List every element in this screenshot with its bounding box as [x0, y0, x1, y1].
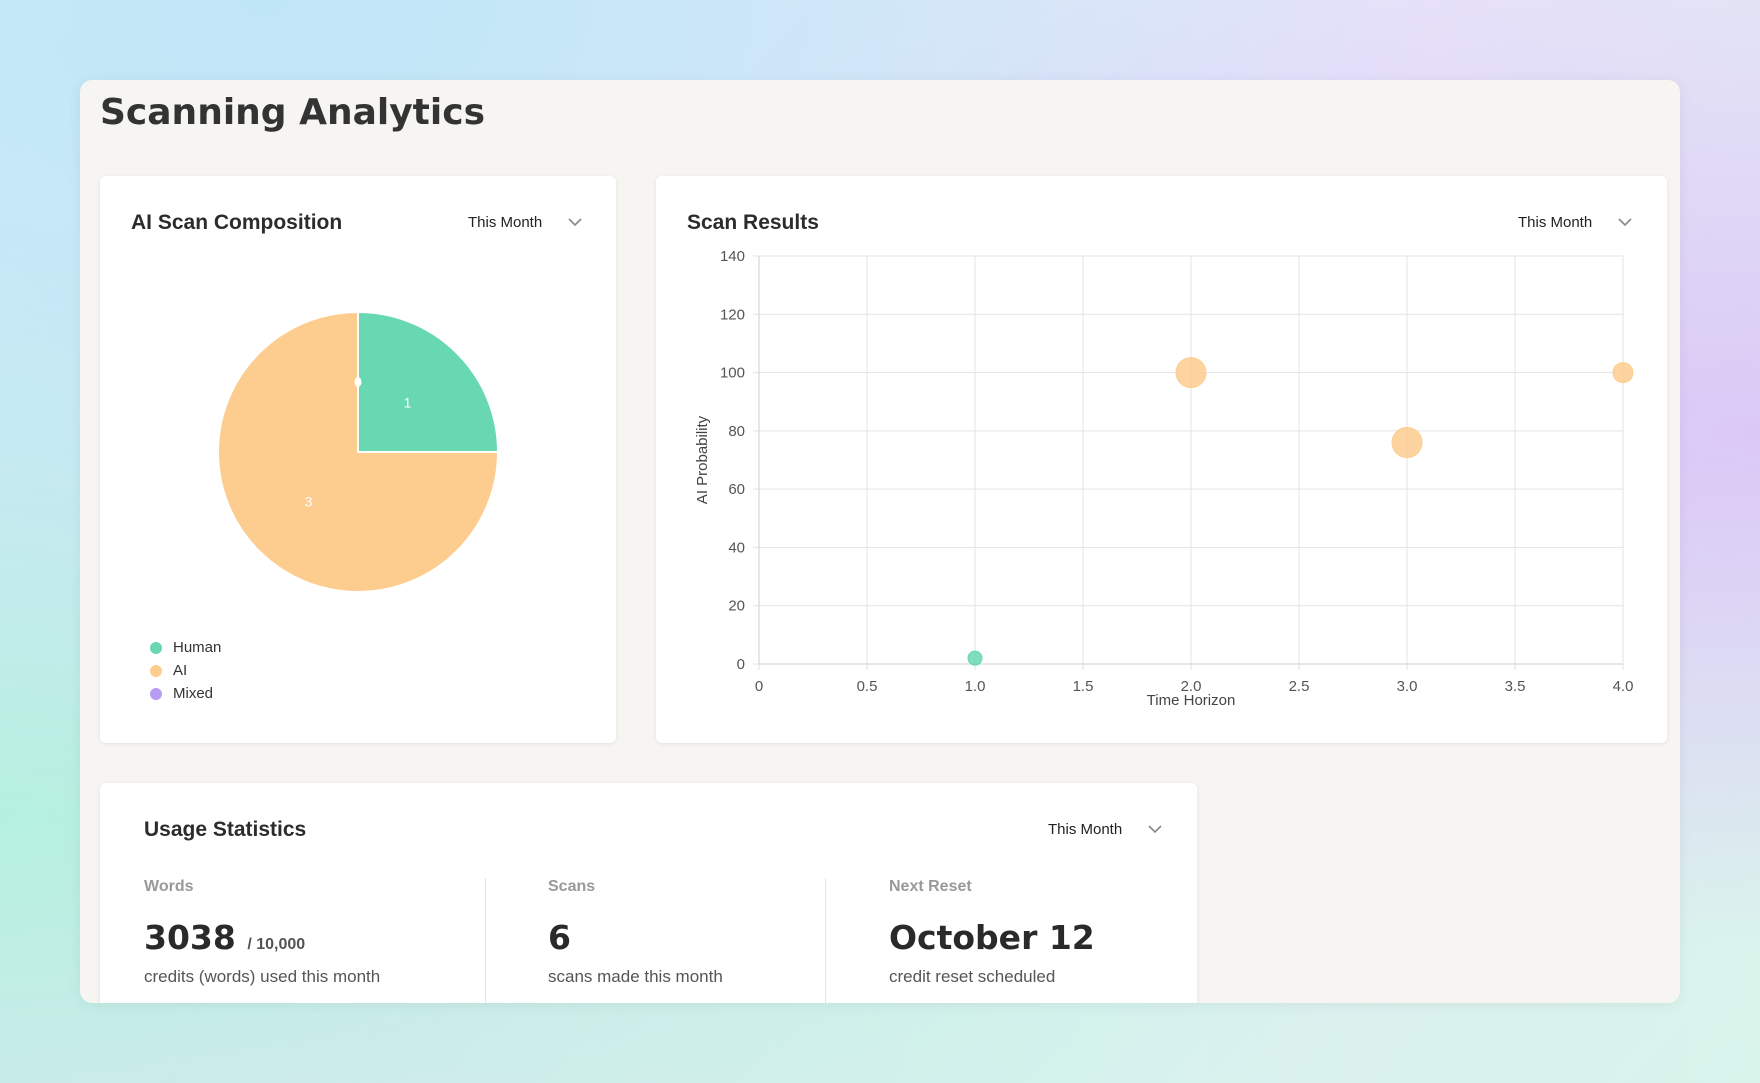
usage-card: Usage Statistics This Month Words 3038 /… [100, 783, 1197, 1003]
stat-reset: Next Reset October 12 credit reset sched… [889, 878, 1095, 1003]
scan-results-card: 0 0.5 1.0 1.5 2.0 2.5 3.0 3.5 4.0 0 20 40 60 80 100 120… [656, 176, 1667, 743]
scatter-chart: 0 0.5 1.0 1.5 2.0 2.5 3.0 3.5 4.0020406080100120… [694, 248, 1634, 709]
legend-label-human: Human [173, 639, 222, 656]
x-tick-label: 3.5 [1505, 678, 1526, 695]
analytics-panel: Scanning Analytics AI Scan Composition T… [80, 80, 1680, 1003]
chevron-down-icon [568, 218, 582, 227]
x-tick-label: 1.5 [1073, 678, 1094, 695]
pie-chart: 13 [217, 310, 500, 593]
scatter-point-ai[interactable] [1175, 357, 1207, 389]
stat-reset-value: October 12 [889, 918, 1095, 957]
stat-scans: Scans 6 scans made this month [548, 878, 723, 1003]
stat-words-value: 3038 [144, 918, 236, 957]
legend-item-human[interactable]: Human [150, 636, 221, 659]
usage-period-label: This Month [1048, 821, 1123, 838]
x-tick-label: 0.5 [857, 678, 878, 695]
scatter-point-ai[interactable] [1391, 427, 1423, 459]
chevron-down-icon [1618, 218, 1632, 227]
y-tick-label: 20 [728, 598, 745, 615]
stat-words-label: Words [144, 878, 194, 895]
stat-reset-desc: credit reset scheduled [889, 967, 1056, 986]
legend-item-mixed[interactable]: Mixed [150, 682, 221, 705]
legend-dot-mixed [150, 687, 162, 700]
page-title: Scanning Analytics [100, 92, 485, 133]
scan-results-period-label: This Month [1518, 214, 1593, 231]
pie-slice-human[interactable] [357, 310, 500, 453]
pie-slice-label-human: 1 [404, 395, 412, 411]
x-tick-label: 3.0 [1397, 678, 1418, 695]
legend-item-ai[interactable]: AI [150, 659, 221, 682]
y-tick-label: 140 [720, 248, 745, 265]
stat-scans-value: 6 [548, 918, 571, 957]
legend-label-ai: AI [173, 662, 188, 679]
chevron-down-icon [1148, 825, 1162, 834]
stat-divider [485, 878, 486, 1003]
x-tick-label: 2.5 [1289, 678, 1310, 695]
legend-label-mixed: Mixed [173, 685, 214, 702]
pie-slice-mixed[interactable] [354, 377, 362, 387]
y-tick-label: 40 [728, 539, 745, 556]
legend-dot-human [150, 641, 162, 654]
y-tick-label: 60 [728, 481, 745, 498]
scan-results-title: Scan Results [687, 211, 819, 234]
composition-card: AI Scan Composition This Month 13 Human … [100, 176, 616, 743]
stat-scans-desc: scans made this month [548, 967, 723, 986]
usage-period-select[interactable]: This Month [1048, 821, 1162, 838]
stat-words-desc: credits (words) used this month [144, 967, 381, 986]
scatter-point-ai[interactable] [1612, 362, 1634, 384]
scatter-point-human[interactable] [967, 650, 983, 666]
y-tick-label: 120 [720, 306, 745, 323]
x-tick-label: 0 [755, 678, 763, 695]
composition-period-label: This Month [468, 214, 543, 231]
usage-title: Usage Statistics [144, 818, 307, 841]
x-tick-label: 4.0 [1613, 678, 1634, 695]
stat-words-limit: / 10,000 [247, 936, 306, 953]
stat-divider [825, 878, 826, 1003]
x-axis-label: Time Horizon [1147, 692, 1236, 709]
stat-words-value-row: 3038 / 10,000 [144, 918, 380, 957]
pie-slice-label-ai: 3 [305, 493, 313, 509]
x-tick-label: 1.0 [965, 678, 986, 695]
composition-period-select[interactable]: This Month [468, 214, 582, 231]
pie-legend: Human AI Mixed [150, 636, 221, 705]
y-axis-label: AI Probability [694, 415, 711, 504]
legend-dot-ai [150, 664, 162, 677]
stat-reset-label: Next Reset [889, 878, 972, 895]
stat-words: Words 3038 / 10,000 credits (words) used… [144, 878, 380, 1003]
y-tick-label: 100 [720, 365, 745, 382]
scan-results-period-select[interactable]: This Month [1518, 214, 1632, 231]
y-tick-label: 80 [728, 423, 745, 440]
composition-title: AI Scan Composition [131, 211, 343, 234]
y-tick-label: 0 [737, 656, 745, 673]
stat-scans-label: Scans [548, 878, 596, 895]
